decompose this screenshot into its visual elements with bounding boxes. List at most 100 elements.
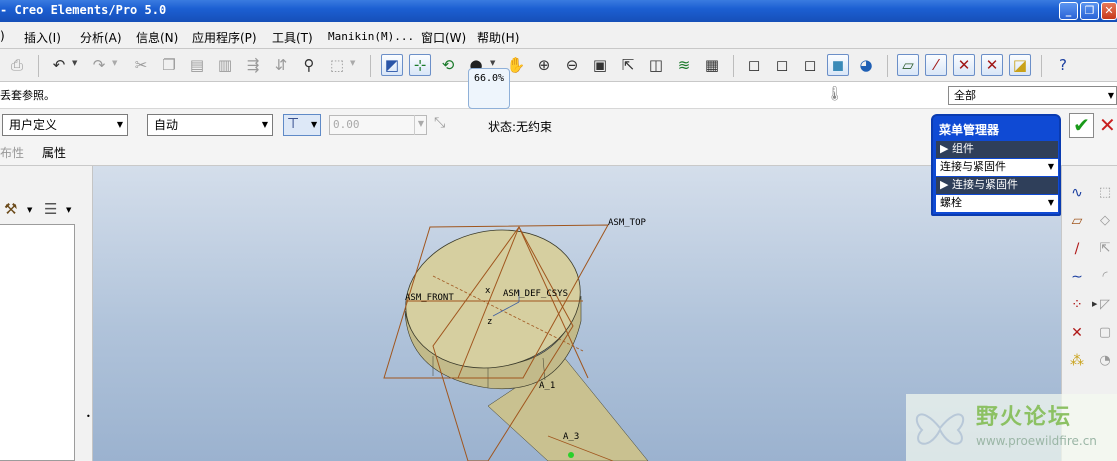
assemble-icon[interactable]: ⬚ (1094, 182, 1116, 204)
selection-filter[interactable]: 全部 ▼ (948, 86, 1117, 105)
label-asm-def-csys: ASM_DEF_CSYS (503, 289, 568, 299)
shading-icon[interactable]: ◼ (827, 54, 849, 76)
menu-manikin[interactable]: Manikin(M)... (328, 30, 414, 43)
tab-placement[interactable]: 布性 (0, 144, 24, 161)
minimize-button[interactable]: _ (1059, 2, 1078, 20)
redo-icon[interactable]: ↷ (88, 54, 110, 76)
sash-handle-icon[interactable]: • (86, 412, 91, 421)
chevron-down-icon: ▼ (1047, 198, 1054, 207)
menu-bar: ) 插入(I) 分析(A) 信息(N) 应用程序(P) 工具(T) Maniki… (0, 22, 1117, 49)
message-text: 丢套参照。 (0, 89, 55, 102)
round-icon[interactable]: ◜ (1094, 266, 1116, 288)
flip-icon[interactable]: ⤡ (434, 115, 445, 131)
offset-dropdown-icon[interactable]: ▼ (414, 115, 427, 135)
datum-points-icon[interactable]: ✕ (953, 54, 975, 76)
no-hidden-icon[interactable]: ◻ (799, 54, 821, 76)
close-button[interactable]: ✕ (1101, 2, 1117, 20)
chevron-down-icon[interactable]: ▼ (66, 206, 71, 214)
reorient-icon[interactable]: ⇱ (617, 54, 639, 76)
zoom-in-icon[interactable]: ⊕ (533, 54, 555, 76)
layers-icon[interactable]: ≋ (673, 54, 695, 76)
redo-dropdown-icon[interactable]: ▼ (112, 59, 117, 67)
appearance-dropdown-icon[interactable]: ▼ (490, 59, 495, 67)
selection-point (568, 452, 574, 458)
undo-dropdown-icon[interactable]: ▼ (72, 59, 77, 67)
annotations-icon[interactable]: ◪ (1009, 54, 1031, 76)
datum-axes-icon[interactable]: ⁄ (925, 54, 947, 76)
undo-icon[interactable]: ↶ (48, 54, 70, 76)
datum-point-icon[interactable]: ⁘ (1066, 294, 1088, 316)
menu-view[interactable]: ) (0, 29, 5, 43)
model-tree[interactable] (0, 224, 75, 461)
datum-analysis-icon[interactable]: ⁂ (1066, 350, 1088, 372)
cancel-button[interactable]: ✕ (1099, 113, 1117, 138)
hole-icon[interactable]: ⇱ (1094, 238, 1116, 260)
hidden-line-icon[interactable]: ◻ (771, 54, 793, 76)
view-manager-icon[interactable]: ▦ (701, 54, 723, 76)
enhanced-realism-icon[interactable]: ◕ (855, 54, 877, 76)
restore-button[interactable]: ❐ (1080, 2, 1099, 20)
sketch-icon[interactable]: ∿ (1066, 182, 1088, 204)
chevron-down-icon: ▼ (116, 120, 123, 129)
orient-mode-icon[interactable]: ⟲ (437, 54, 459, 76)
label-axis-a3: A_3 (563, 432, 579, 442)
datum-axis-icon[interactable]: / (1066, 238, 1088, 260)
offset-type-select[interactable]: ⊤ ▼ (283, 114, 321, 136)
datum-csys-icon[interactable]: ✕ (1066, 322, 1088, 344)
paste-special-icon[interactable]: ▥ (214, 54, 236, 76)
filter-value: 全部 (954, 89, 976, 102)
menu-window[interactable]: 窗口(W) (421, 29, 466, 46)
label-asm-front: ASM_FRONT (405, 293, 454, 303)
paste-icon[interactable]: ▤ (186, 54, 208, 76)
cut-icon[interactable]: ✂ (130, 54, 152, 76)
datum-plane-icon[interactable]: ▱ (1066, 210, 1088, 232)
chamfer-icon[interactable]: ◸ (1094, 294, 1116, 316)
refit-icon[interactable]: ▣ (589, 54, 611, 76)
regenerate-icon[interactable]: ⇶ (242, 54, 264, 76)
extrude-icon[interactable]: ▢ (1094, 322, 1116, 344)
label-asm-top: ASM_TOP (608, 218, 647, 228)
menu-manager: 菜单管理器 ▶ 组件 连接与紧固件 ▼ ▶ 连接与紧固件 螺栓 ▼ (931, 114, 1061, 216)
context-help-icon[interactable]: ? (1052, 54, 1074, 76)
menu-item-bolt-label: 螺栓 (940, 196, 962, 209)
coordinate-systems-icon[interactable]: ✕ (981, 54, 1003, 76)
chevron-down-icon[interactable]: ▼ (27, 206, 32, 214)
toolbar-separator (38, 55, 39, 77)
menu-info[interactable]: 信息(N) (136, 29, 178, 46)
confirm-button[interactable]: ✔ (1069, 113, 1094, 138)
offset-input[interactable]: 0.00 (329, 115, 427, 135)
select-box-icon[interactable]: ⬚ (326, 54, 348, 76)
expand-arrow-icon: ▶ (940, 178, 952, 191)
copy-icon[interactable]: ❐ (158, 54, 180, 76)
menu-section-assembly[interactable]: ▶ 组件 (936, 141, 1058, 158)
zoom-out-icon[interactable]: ⊖ (561, 54, 583, 76)
show-icon[interactable]: ☰ (44, 200, 57, 218)
menu-item-bolt[interactable]: 螺栓 ▼ (936, 195, 1058, 212)
saved-views-icon[interactable]: ◫ (645, 54, 667, 76)
print-icon[interactable]: ⎙ (6, 54, 28, 76)
constraint-type-select[interactable]: 自动 ▼ (147, 114, 273, 136)
constraint-set-select[interactable]: 用户定义 ▼ (2, 114, 128, 136)
datum-curve-icon[interactable]: ∼ (1066, 266, 1088, 288)
find-icon[interactable]: ⚲ (298, 54, 320, 76)
menu-manager-title: 菜单管理器 (939, 123, 1000, 137)
toolbar-separator (887, 55, 888, 77)
tree-settings-icon[interactable]: ⚒ (4, 200, 17, 218)
menu-insert[interactable]: 插入(I) (24, 29, 61, 46)
spin-center-icon[interactable]: ⊹ (409, 54, 431, 76)
datum-planes-icon[interactable]: ▱ (897, 54, 919, 76)
regenerate-manager-icon[interactable]: ⇵ (270, 54, 292, 76)
butterfly-logo-icon (915, 413, 965, 445)
menu-item-connections[interactable]: 连接与紧固件 ▼ (936, 159, 1058, 176)
select-dropdown-icon[interactable]: ▼ (350, 59, 355, 67)
menu-analysis[interactable]: 分析(A) (80, 29, 122, 46)
create-component-icon[interactable]: ◇ (1094, 210, 1116, 232)
revolve-icon[interactable]: ◔ (1094, 350, 1116, 372)
tab-properties[interactable]: 属性 (42, 144, 66, 161)
menu-applications[interactable]: 应用程序(P) (192, 29, 257, 46)
datum-display-icon[interactable]: ◩ (381, 54, 403, 76)
wireframe-icon[interactable]: ◻ (743, 54, 765, 76)
menu-section-connections[interactable]: ▶ 连接与紧固件 (936, 177, 1058, 194)
menu-tools[interactable]: 工具(T) (272, 29, 313, 46)
menu-help[interactable]: 帮助(H) (477, 29, 519, 46)
